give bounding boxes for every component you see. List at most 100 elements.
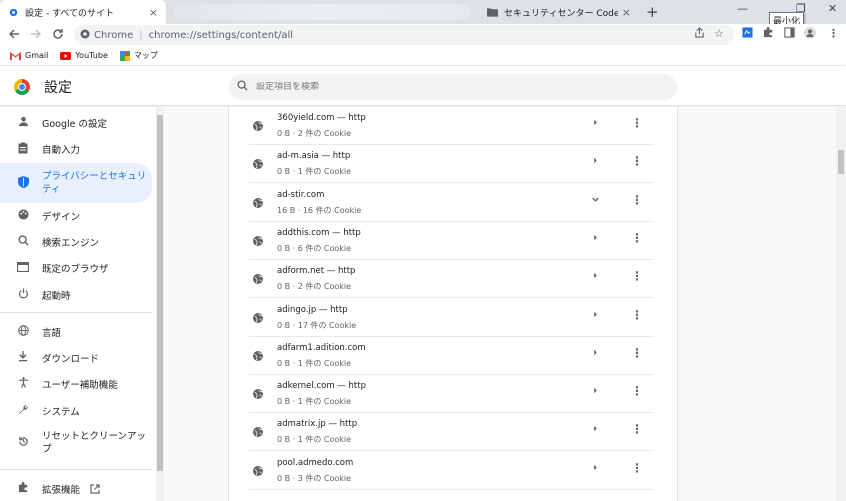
- site-label: Chrome: [94, 29, 134, 41]
- site-info: 0 B · 6 件の Cookie: [277, 243, 352, 253]
- sidebar-divider: [0, 469, 152, 470]
- site-row[interactable]: adingo.jp — http 0 B · 17 件の Cookie ⋮: [249, 299, 654, 337]
- chevron-right-icon[interactable]: [591, 156, 600, 168]
- sidebar-item-label: 拡張機能: [42, 485, 81, 496]
- address-bar[interactable]: Chrome | chrome://settings/content/all: [74, 25, 734, 45]
- sidebar-item-default-browser[interactable]: 既定のブラウザ: [0, 259, 152, 277]
- chevron-right-icon[interactable]: [591, 271, 600, 283]
- chevron-down-icon[interactable]: [591, 195, 600, 207]
- search-icon: [237, 80, 248, 94]
- chevron-right-icon[interactable]: [591, 348, 600, 360]
- more-actions-icon[interactable]: ⋮: [631, 154, 643, 168]
- sidebar-item-privacy[interactable]: プライバシーとセキュリティ: [0, 163, 152, 203]
- toolbar: Chrome | chrome://settings/content/all ☆…: [0, 24, 846, 46]
- chevron-right-icon[interactable]: [591, 310, 600, 322]
- chevron-right-icon[interactable]: [591, 233, 600, 245]
- bookmark-maps[interactable]: マップ: [119, 50, 158, 61]
- globe-icon: [253, 235, 263, 246]
- sidebar-item-label: 既定のブラウザ: [42, 264, 109, 275]
- more-actions-icon[interactable]: ⋮: [631, 269, 643, 283]
- site-row[interactable]: pool.admedo.com 0 B · 3 件の Cookie ⋮: [249, 452, 654, 490]
- sidebar-item-system[interactable]: システム: [0, 402, 152, 420]
- power-icon: [16, 288, 30, 302]
- close-icon[interactable]: ×: [622, 6, 631, 19]
- more-actions-icon[interactable]: ⋮: [631, 193, 643, 207]
- url-separator: |: [139, 29, 143, 41]
- globe-icon: [253, 197, 263, 208]
- bookmark-label: Gmail: [25, 51, 49, 60]
- sidebar-item-reset[interactable]: リセットとクリーンアップ: [0, 427, 152, 459]
- site-row[interactable]: adform.net — http 0 B · 2 件の Cookie ⋮: [249, 260, 654, 299]
- site-host: adfarm1.adition.com: [277, 342, 366, 353]
- sidebar-item-appearance[interactable]: デザイン: [0, 207, 152, 225]
- sidebar-item-autofill[interactable]: 自動入力: [0, 140, 152, 158]
- gmail-icon: [10, 51, 21, 60]
- chevron-right-icon[interactable]: [591, 386, 600, 398]
- puzzle-icon[interactable]: [763, 27, 774, 41]
- minimize-button[interactable]: —: [737, 2, 748, 15]
- sidebar-item-languages[interactable]: 言語: [0, 323, 152, 341]
- forward-icon[interactable]: [30, 28, 42, 43]
- bookmark-gmail[interactable]: Gmail: [10, 51, 48, 60]
- site-host: adingo.jp — http: [277, 304, 348, 315]
- site-row[interactable]: 360yield.com — http 0 B · 2 件の Cookie ⋮: [249, 107, 654, 145]
- main-scrollbar-thumb[interactable]: [838, 150, 844, 174]
- more-actions-icon[interactable]: ⋮: [631, 231, 643, 245]
- bookmarks-bar: Gmail YouTube マップ: [0, 46, 846, 66]
- more-actions-icon[interactable]: ⋮: [631, 422, 643, 436]
- search-icon: [16, 235, 30, 249]
- tab-security-center[interactable]: セキュリティセンター Code0X268D3 ×: [479, 0, 639, 24]
- sidebar-item-google[interactable]: Google の設定: [0, 114, 152, 132]
- search-input[interactable]: [256, 82, 656, 92]
- external-link-icon: [90, 484, 100, 494]
- back-icon[interactable]: [8, 28, 20, 43]
- sidebar-item-label: プライバシーとセキュリティ: [42, 171, 147, 195]
- sidebar-item-label: 検索エンジン: [42, 238, 100, 249]
- chevron-right-icon[interactable]: [591, 118, 600, 130]
- more-actions-icon[interactable]: ⋮: [631, 384, 643, 398]
- settings-header: 設定: [0, 66, 846, 106]
- extension-icon[interactable]: [742, 27, 753, 41]
- site-row[interactable]: adfarm1.adition.com 0 B · 1 件の Cookie ⋮: [249, 337, 654, 375]
- sidebar-scrollbar-thumb[interactable]: [157, 115, 163, 471]
- sidebar-item-search-engine[interactable]: 検索エンジン: [0, 233, 152, 251]
- sidebar-item-on-startup[interactable]: 起動時: [0, 286, 152, 304]
- more-actions-icon[interactable]: ⋮: [631, 461, 643, 475]
- settings-search[interactable]: [229, 74, 677, 100]
- bookmark-label: マップ: [133, 51, 158, 60]
- chevron-right-icon[interactable]: [591, 463, 600, 475]
- site-row[interactable]: addthis.com — http 0 B · 6 件の Cookie ⋮: [249, 222, 654, 260]
- gear-icon: [8, 7, 19, 18]
- sidebar-item-downloads[interactable]: ダウンロード: [0, 349, 152, 367]
- site-row[interactable]: admatrix.jp — http 0 B · 1 件の Cookie ⋮: [249, 413, 654, 452]
- more-actions-icon[interactable]: ⋮: [631, 116, 643, 130]
- sidebar-item-label: リセットとクリーンアップ: [42, 431, 147, 455]
- site-row[interactable]: adkernel.com — http 0 B · 1 件の Cookie ⋮: [249, 375, 654, 414]
- new-tab-button[interactable]: +: [646, 3, 659, 21]
- more-actions-icon[interactable]: ⋮: [631, 346, 643, 360]
- bookmark-star-icon[interactable]: ☆: [714, 27, 724, 40]
- globe-icon: [253, 273, 263, 285]
- globe-icon: [253, 120, 263, 131]
- sidebar-item-accessibility[interactable]: ユーザー補助機能: [0, 375, 152, 393]
- reload-icon[interactable]: [52, 28, 64, 43]
- site-info: 0 B · 2 件の Cookie: [277, 129, 352, 138]
- site-info: 0 B · 1 件の Cookie: [277, 435, 352, 445]
- side-panel-icon[interactable]: [784, 27, 795, 41]
- site-row[interactable]: ad-stir.com 16 B · 16 件の Cookie ⋮: [249, 184, 654, 222]
- sidebar-item-extensions[interactable]: 拡張機能: [0, 480, 152, 498]
- site-info: 0 B · 3 件の Cookie: [277, 473, 352, 483]
- menu-icon[interactable]: ⋮: [828, 27, 839, 40]
- chevron-right-icon[interactable]: [591, 424, 600, 436]
- close-window-button[interactable]: ✕: [828, 2, 837, 15]
- bookmark-youtube[interactable]: YouTube: [60, 51, 108, 60]
- site-host: pool.admedo.com: [277, 457, 354, 468]
- close-icon[interactable]: ×: [149, 6, 158, 19]
- maps-icon: [119, 50, 130, 61]
- tab-settings[interactable]: 設定 - すべてのサイト ×: [0, 0, 166, 24]
- profile-avatar-icon[interactable]: [804, 27, 816, 42]
- share-icon[interactable]: [694, 27, 705, 41]
- site-info: 16 B · 16 件の Cookie: [277, 205, 362, 215]
- more-actions-icon[interactable]: ⋮: [631, 308, 643, 322]
- site-row[interactable]: ad-m.asia — http 0 B · 1 件の Cookie ⋮: [249, 145, 654, 184]
